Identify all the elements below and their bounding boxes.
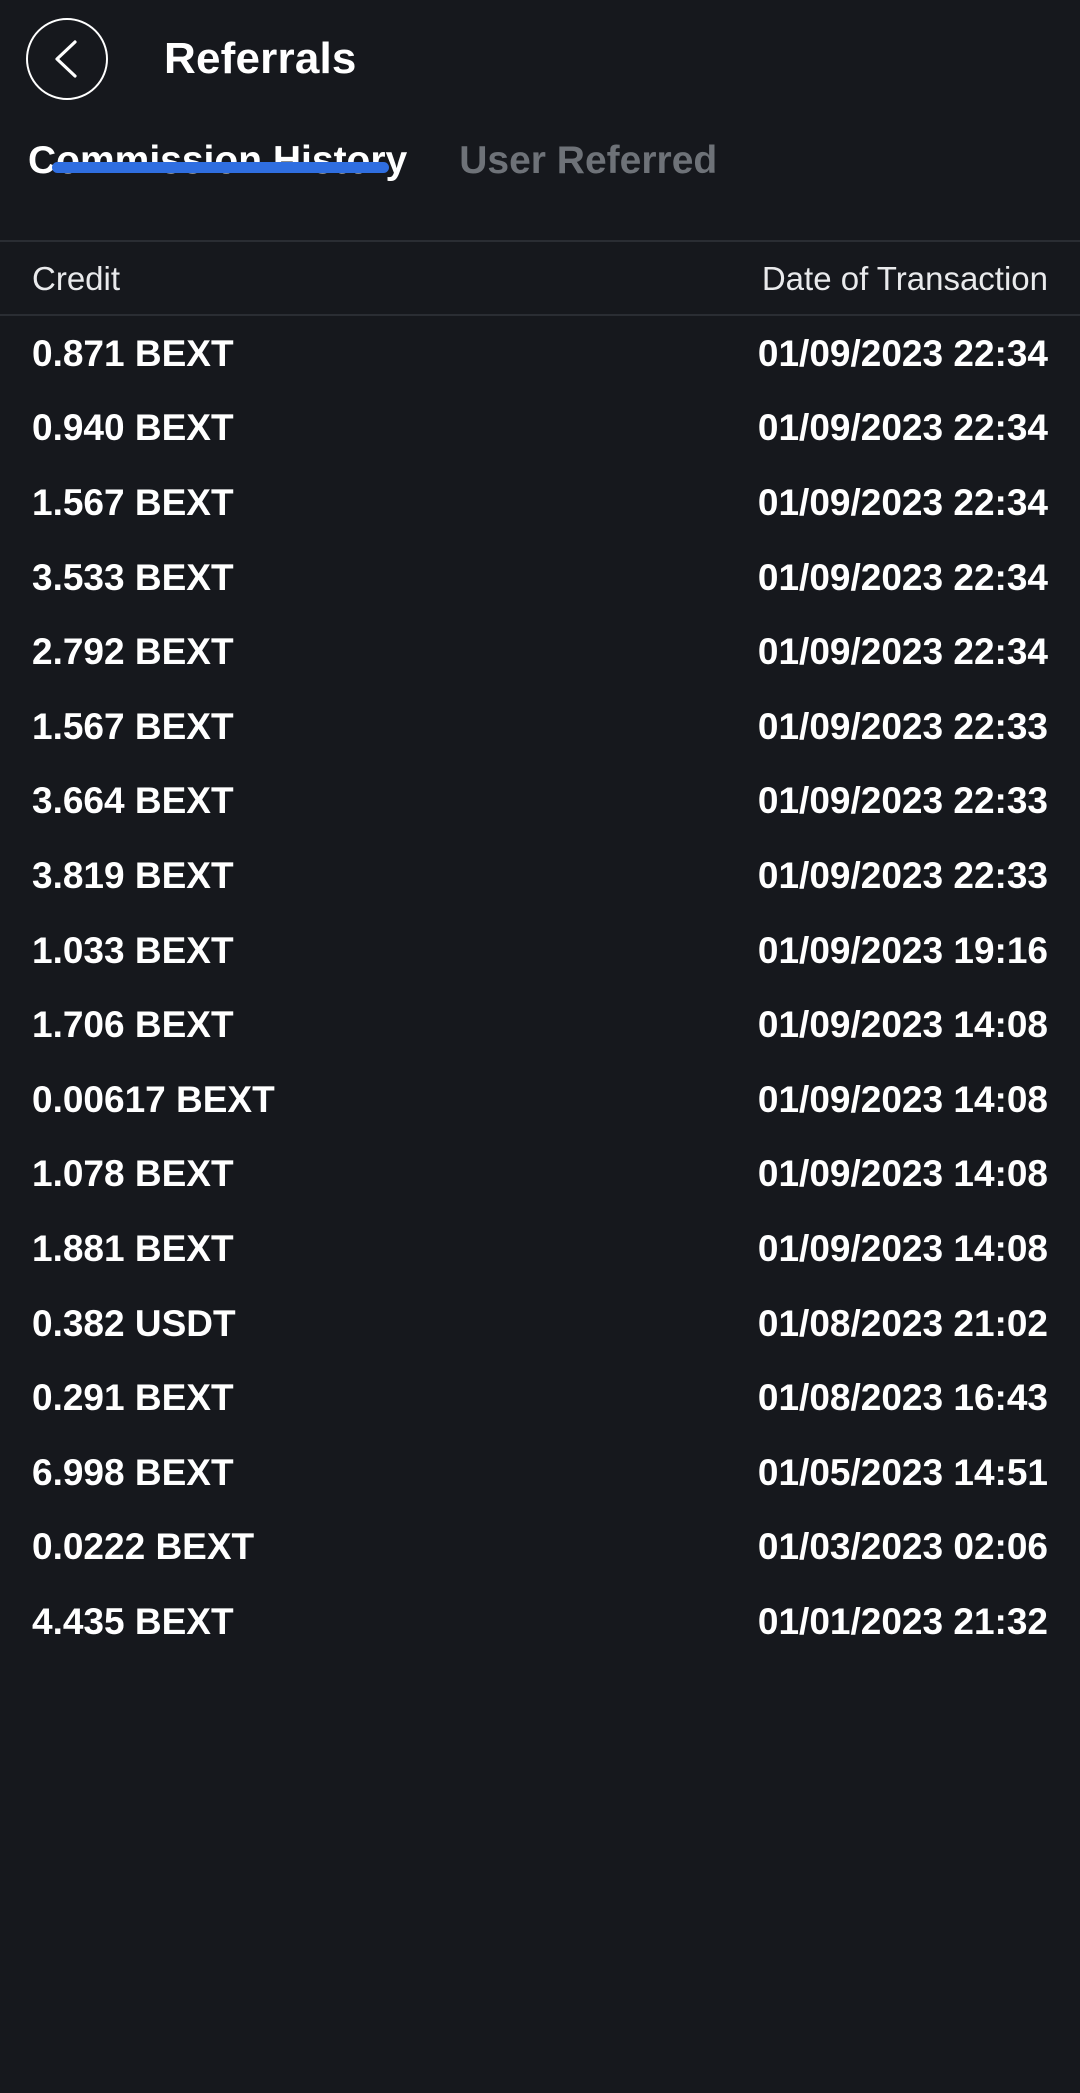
cell-credit: 1.078 BEXT: [32, 1153, 234, 1195]
cell-credit: 1.881 BEXT: [32, 1227, 234, 1269]
cell-date: 01/09/2023 22:34: [757, 481, 1048, 523]
table-row[interactable]: 0.871 BEXT 01/09/2023 22:34: [0, 316, 1080, 391]
column-header-credit: Credit: [32, 259, 121, 297]
table-row[interactable]: 1.567 BEXT 01/09/2023 22:33: [0, 689, 1080, 764]
active-tab-indicator: [52, 161, 390, 173]
cell-date: 01/08/2023 16:43: [757, 1377, 1048, 1419]
table-row[interactable]: 1.078 BEXT 01/09/2023 14:08: [0, 1137, 1080, 1212]
table-row[interactable]: 1.706 BEXT 01/09/2023 14:08: [0, 987, 1080, 1062]
back-button[interactable]: [26, 18, 108, 100]
cell-credit: 0.291 BEXT: [32, 1377, 234, 1419]
table-row[interactable]: 2.792 BEXT 01/09/2023 22:34: [0, 614, 1080, 689]
cell-credit: 0.0222 BEXT: [32, 1526, 255, 1568]
table-row[interactable]: 0.382 USDT 01/08/2023 21:02: [0, 1286, 1080, 1361]
table-row[interactable]: 4.435 BEXT 01/01/2023 21:32: [0, 1584, 1080, 1659]
cell-credit: 0.00617 BEXT: [32, 1078, 275, 1120]
cell-credit: 1.567 BEXT: [32, 481, 234, 523]
cell-date: 01/09/2023 22:33: [757, 705, 1048, 747]
commission-history-table: Credit Date of Transaction 0.871 BEXT 01/…: [0, 240, 1080, 2093]
table-row[interactable]: 0.0222 BEXT 01/03/2023 02:06: [0, 1510, 1080, 1585]
column-header-date: Date of Transaction: [761, 259, 1048, 297]
table-body: 0.871 BEXT 01/09/2023 22:34 0.940 BEXT 01/0…: [0, 316, 1080, 1659]
cell-credit: 4.435 BEXT: [32, 1600, 234, 1642]
table-row[interactable]: 1.033 BEXT 01/09/2023 19:16: [0, 913, 1080, 988]
cell-date: 01/09/2023 22:34: [757, 407, 1048, 449]
cell-date: 01/09/2023 22:34: [757, 332, 1048, 374]
cell-credit: 0.940 BEXT: [32, 407, 234, 449]
cell-credit: 1.567 BEXT: [32, 705, 234, 747]
cell-date: 01/09/2023 14:08: [757, 1153, 1048, 1195]
cell-date: 01/05/2023 14:51: [757, 1451, 1048, 1493]
table-row[interactable]: 3.664 BEXT 01/09/2023 22:33: [0, 764, 1080, 839]
cell-date: 01/03/2023 02:06: [757, 1526, 1048, 1568]
cell-credit: 3.819 BEXT: [32, 854, 234, 896]
cell-date: 01/09/2023 14:08: [757, 1004, 1048, 1046]
table-row[interactable]: 0.291 BEXT 01/08/2023 16:43: [0, 1360, 1080, 1435]
cell-date: 01/09/2023 22:33: [757, 854, 1048, 896]
table-header-row: Credit Date of Transaction: [0, 242, 1080, 314]
table-row[interactable]: 6.998 BEXT 01/05/2023 14:51: [0, 1435, 1080, 1510]
cell-credit: 0.871 BEXT: [32, 332, 234, 374]
cell-date: 01/09/2023 14:08: [757, 1078, 1048, 1120]
tab-bar: Commission History User Referred: [0, 118, 1080, 240]
cell-date: 01/09/2023 14:08: [757, 1227, 1048, 1269]
page-title: Referrals: [164, 34, 357, 83]
app-bar: Referrals: [0, 0, 1080, 118]
tab-user-referred[interactable]: User Referred: [459, 118, 717, 183]
cell-credit: 6.998 BEXT: [32, 1451, 234, 1493]
cell-credit: 3.664 BEXT: [32, 780, 234, 822]
chevron-left-icon: [50, 37, 84, 81]
cell-date: 01/09/2023 22:34: [757, 556, 1048, 598]
table-row[interactable]: 0.00617 BEXT 01/09/2023 14:08: [0, 1062, 1080, 1137]
cell-date: 01/09/2023 22:34: [757, 631, 1048, 673]
table-row[interactable]: 3.533 BEXT 01/09/2023 22:34: [0, 540, 1080, 615]
cell-credit: 0.382 USDT: [32, 1302, 236, 1344]
cell-credit: 1.706 BEXT: [32, 1004, 234, 1046]
table-row[interactable]: 1.881 BEXT 01/09/2023 14:08: [0, 1211, 1080, 1286]
cell-date: 01/01/2023 21:32: [757, 1600, 1048, 1642]
cell-date: 01/09/2023 22:33: [757, 780, 1048, 822]
tab-user-referred-label: User Referred: [459, 139, 718, 182]
cell-credit: 3.533 BEXT: [32, 556, 234, 598]
tab-commission-history[interactable]: Commission History: [28, 118, 407, 183]
cell-date: 01/09/2023 19:16: [757, 929, 1048, 971]
table-row[interactable]: 3.819 BEXT 01/09/2023 22:33: [0, 838, 1080, 913]
referrals-screen: Referrals Commission History User Referr…: [0, 0, 1080, 2093]
cell-credit: 1.033 BEXT: [32, 929, 234, 971]
table-row[interactable]: 1.567 BEXT 01/09/2023 22:34: [0, 465, 1080, 540]
table-row[interactable]: 0.940 BEXT 01/09/2023 22:34: [0, 391, 1080, 466]
cell-credit: 2.792 BEXT: [32, 631, 234, 673]
cell-date: 01/08/2023 21:02: [757, 1302, 1048, 1344]
